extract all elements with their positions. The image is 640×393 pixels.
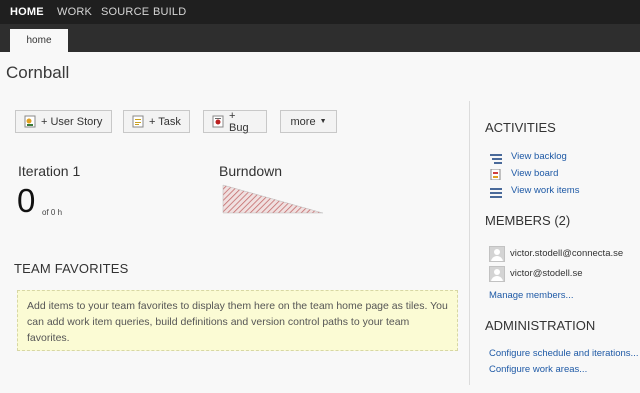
add-bug-button[interactable]: + Bug	[203, 109, 267, 134]
view-board-link[interactable]: View board	[511, 168, 558, 179]
burndown-chart[interactable]	[222, 184, 325, 214]
burndown-title[interactable]: Burndown	[219, 163, 282, 179]
iteration-title[interactable]: Iteration 1	[18, 163, 80, 179]
user-story-icon	[24, 115, 36, 128]
board-icon	[490, 167, 502, 181]
sub-navigation: home	[0, 24, 640, 52]
team-favorites-title: TEAM FAVORITES	[14, 261, 129, 276]
add-user-story-button[interactable]: + User Story	[15, 110, 112, 133]
add-bug-label: + Bug	[229, 109, 249, 134]
configure-work-areas-link[interactable]: Configure work areas...	[489, 364, 587, 375]
add-task-button[interactable]: + Task	[123, 110, 190, 133]
avatar	[489, 266, 505, 282]
more-button[interactable]: more ▼	[280, 110, 337, 133]
page-title: Cornball	[6, 63, 70, 82]
work-items-icon	[490, 185, 502, 198]
add-user-story-label: + User Story	[41, 115, 103, 128]
view-backlog-link[interactable]: View backlog	[511, 151, 567, 162]
configure-schedule-link[interactable]: Configure schedule and iterations...	[489, 348, 638, 359]
administration-title: ADMINISTRATION	[485, 318, 596, 333]
top-navigation: HOME WORK SOURCE BUILD	[0, 0, 640, 24]
burndown-area	[222, 184, 324, 214]
members-title: MEMBERS (2)	[485, 213, 571, 228]
team-favorites-empty-message: Add items to your team favorites to disp…	[17, 290, 458, 351]
nav-work[interactable]: WORK	[57, 6, 92, 18]
member-item[interactable]: victor@stodell.se	[510, 268, 582, 279]
manage-members-link[interactable]: Manage members...	[489, 290, 573, 301]
activities-title: ACTIVITIES	[485, 120, 556, 135]
nav-home[interactable]: HOME	[10, 6, 44, 18]
bug-icon	[212, 115, 224, 128]
backlog-icon	[490, 151, 502, 164]
avatar	[489, 246, 505, 262]
view-work-items-link[interactable]: View work items	[511, 185, 579, 196]
more-label: more	[290, 115, 316, 128]
iteration-remaining-unit: of 0 h	[42, 208, 63, 217]
task-icon	[132, 115, 144, 128]
column-divider	[469, 101, 470, 385]
add-task-label: + Task	[149, 115, 181, 128]
chevron-down-icon: ▼	[319, 118, 327, 125]
tab-home[interactable]: home	[10, 29, 68, 52]
member-item[interactable]: victor.stodell@connecta.se	[510, 248, 623, 259]
nav-build[interactable]: BUILD	[153, 6, 186, 18]
nav-source[interactable]: SOURCE	[101, 6, 149, 18]
iteration-remaining: 0	[17, 182, 36, 219]
